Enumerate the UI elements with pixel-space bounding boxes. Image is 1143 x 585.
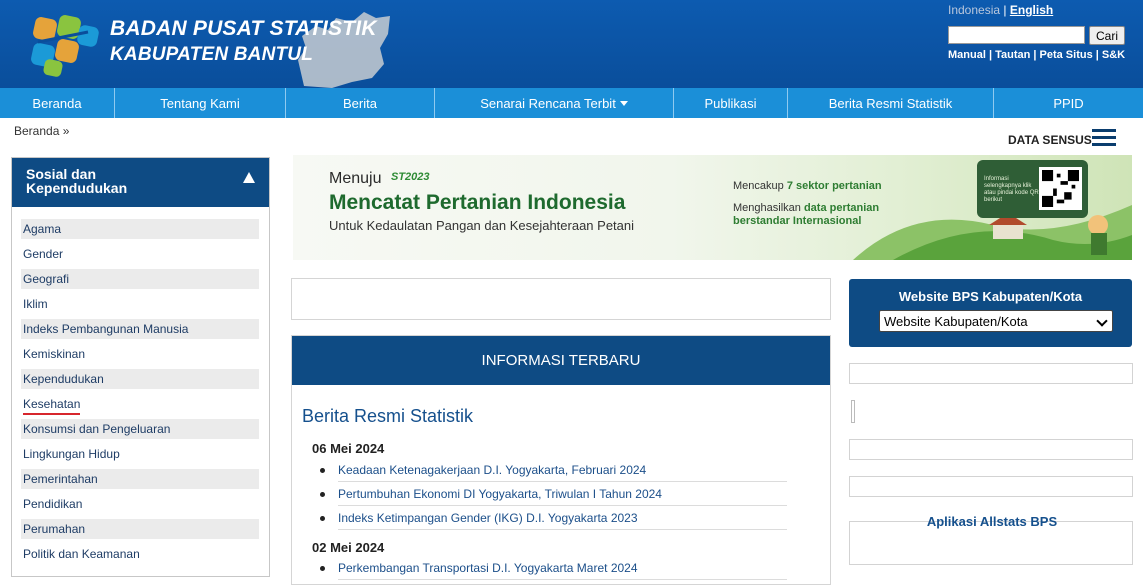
language-switcher: Indonesia | English bbox=[948, 3, 1053, 17]
qr-code-icon[interactable] bbox=[1039, 167, 1082, 210]
kabupaten-select[interactable]: Website Kabupaten/Kota bbox=[879, 310, 1113, 332]
site-title-line2[interactable]: KABUPATEN BANTUL bbox=[110, 44, 313, 66]
nav-berita[interactable]: Berita bbox=[286, 88, 435, 118]
sidebar-item-ipm[interactable]: Indeks Pembangunan Manusia bbox=[21, 319, 259, 339]
sidebar-item-pendidikan[interactable]: Pendidikan bbox=[21, 494, 259, 514]
news-link[interactable]: Indeks Ketimpangan Gender (IKG) D.I. Yog… bbox=[320, 511, 787, 530]
right-widget-box bbox=[849, 476, 1133, 497]
lang-english-link[interactable]: English bbox=[1010, 3, 1053, 17]
nav-label: Beranda bbox=[32, 95, 82, 111]
website-bps-title: Website BPS Kabupaten/Kota bbox=[898, 289, 1083, 304]
collapse-arrow-icon[interactable] bbox=[243, 172, 255, 183]
nav-tentang-kami[interactable]: Tentang Kami bbox=[115, 88, 286, 118]
nav-label: Berita bbox=[343, 95, 377, 111]
qr-panel: Informasi selengkapnya klik atau pindai … bbox=[977, 160, 1088, 218]
nav-beranda[interactable]: Beranda bbox=[0, 88, 115, 118]
sidebar-item-konsumsi[interactable]: Konsumsi dan Pengeluaran bbox=[21, 419, 259, 439]
nav-label: Tentang Kami bbox=[160, 95, 240, 111]
caret-down-icon bbox=[619, 100, 628, 106]
sidebar-item-pemerintahan[interactable]: Pemerintahan bbox=[21, 469, 259, 489]
sidebar-item-perumahan[interactable]: Perumahan bbox=[21, 519, 259, 539]
sidebar-title: Sosial dan Kependudukan bbox=[26, 166, 128, 196]
sidebar-list: Agama Gender Geografi Iklim Indeks Pemba… bbox=[12, 207, 269, 564]
sidebar-item-kemiskinan[interactable]: Kemiskinan bbox=[21, 344, 259, 364]
sidebar-item-geografi[interactable]: Geografi bbox=[21, 269, 259, 289]
nav-berita-resmi-statistik[interactable]: Berita Resmi Statistik bbox=[788, 88, 994, 118]
bps-logo-icon[interactable] bbox=[28, 12, 102, 78]
latest-info-panel: INFORMASI TERBARU Berita Resmi Statistik… bbox=[291, 335, 831, 585]
qr-caption: Informasi selengkapnya klik atau pindai … bbox=[984, 176, 1039, 203]
sidebar-item-lingkungan-hidup[interactable]: Lingkungan Hidup bbox=[21, 444, 259, 464]
sidebar-item-gender[interactable]: Gender bbox=[21, 244, 259, 264]
news-link[interactable]: Keadaan Ketenagakerjaan D.I. Yogyakarta,… bbox=[320, 463, 787, 482]
sidebar-header[interactable]: Sosial dan Kependudukan bbox=[12, 158, 269, 207]
news-link[interactable]: Pertumbuhan Ekonomi DI Yogyakarta, Triwu… bbox=[320, 487, 787, 506]
top-utility-links[interactable]: Manual | Tautan | Peta Situs | S&K bbox=[948, 49, 1125, 61]
site-title-line1[interactable]: BADAN PUSAT STATISTIK bbox=[110, 17, 377, 41]
nav-ppid[interactable]: PPID bbox=[994, 88, 1143, 118]
website-bps-panel: Website BPS Kabupaten/Kota Website Kabup… bbox=[849, 279, 1132, 347]
sidebar-item-iklim[interactable]: Iklim bbox=[21, 294, 259, 314]
data-sensus-label[interactable]: DATA SENSUS bbox=[1008, 133, 1092, 147]
banner-point-1: Mencakup 7 sektor pertanian bbox=[733, 180, 882, 192]
latest-info-header: INFORMASI TERBARU bbox=[292, 336, 830, 385]
allstats-box: Aplikasi Allstats BPS bbox=[849, 514, 1133, 565]
right-widget-box bbox=[849, 363, 1133, 384]
st2023-banner[interactable]: Menuju ST2023 Mencatat Pertanian Indones… bbox=[293, 155, 1132, 260]
search-input[interactable] bbox=[948, 26, 1085, 44]
banner-point-2: Menghasilkan data pertanian berstandar In… bbox=[733, 202, 880, 227]
brs-section-title[interactable]: Berita Resmi Statistik bbox=[302, 406, 473, 427]
empty-content-box bbox=[291, 278, 831, 320]
right-scroll-handle[interactable] bbox=[851, 400, 855, 423]
st2023-logo: ST2023 bbox=[391, 171, 430, 183]
sidebar-item-kependudukan[interactable]: Kependudukan bbox=[21, 369, 259, 389]
banner-subtitle: Untuk Kedaulatan Pangan dan Kesejahteraa… bbox=[329, 218, 635, 233]
nav-publikasi[interactable]: Publikasi bbox=[674, 88, 788, 118]
category-sidebar: Sosial dan Kependudukan Agama Gender Geo… bbox=[11, 157, 270, 577]
nav-label: Berita Resmi Statistik bbox=[828, 95, 953, 111]
nav-senarai-rencana-terbit[interactable]: Senarai Rencana Terbit bbox=[435, 88, 674, 118]
sidebar-item-kesehatan[interactable]: Kesehatan bbox=[21, 394, 259, 415]
nav-label: Senarai Rencana Terbit bbox=[480, 95, 616, 111]
sidebar-item-agama[interactable]: Agama bbox=[21, 219, 259, 239]
hamburger-menu-icon[interactable] bbox=[1092, 129, 1116, 147]
lang-indonesia-link[interactable]: Indonesia bbox=[948, 3, 1000, 17]
news-date: 06 Mei 2024 bbox=[312, 441, 385, 456]
nav-label: PPID bbox=[1053, 95, 1084, 111]
breadcrumb[interactable]: Beranda » bbox=[14, 124, 69, 138]
right-widget-box bbox=[849, 439, 1133, 460]
search-button[interactable]: Cari bbox=[1089, 26, 1125, 45]
news-date: 02 Mei 2024 bbox=[312, 540, 385, 555]
main-nav: Beranda Tentang Kami Berita Senarai Renc… bbox=[0, 88, 1143, 118]
banner-menuju: Menuju bbox=[329, 170, 382, 187]
nav-label: Publikasi bbox=[704, 95, 757, 111]
lang-separator: | bbox=[1003, 3, 1007, 17]
banner-title: Mencatat Pertanian Indonesia bbox=[329, 191, 626, 214]
allstats-title[interactable]: Aplikasi Allstats BPS bbox=[850, 514, 1134, 529]
site-header: BADAN PUSAT STATISTIK KABUPATEN BANTUL I… bbox=[0, 0, 1143, 88]
sidebar-item-politik-keamanan[interactable]: Politik dan Keamanan bbox=[21, 544, 259, 564]
